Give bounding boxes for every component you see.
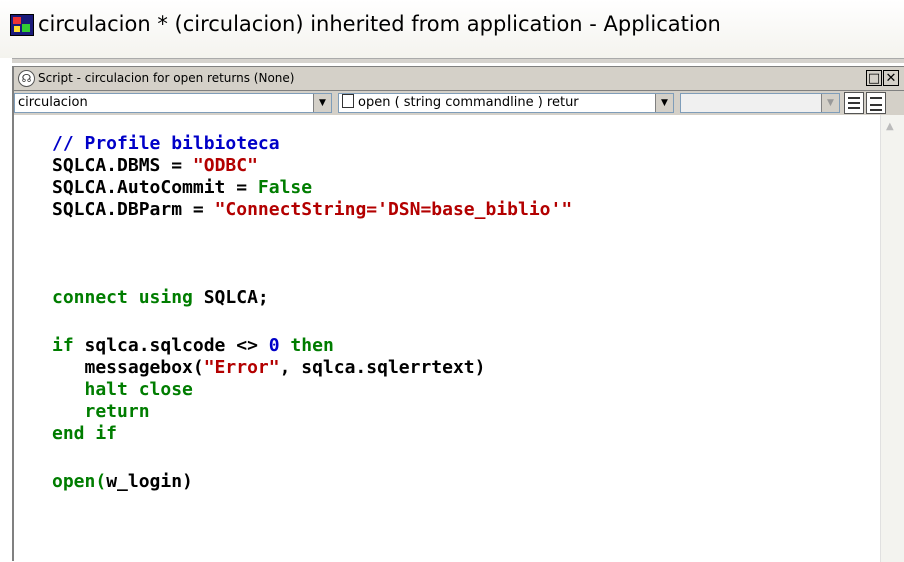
scroll-up-icon[interactable]: ▲ bbox=[886, 121, 894, 132]
code-editor[interactable]: // Profile bilbioteca SQLCA.DBMS = "ODBC… bbox=[14, 115, 880, 562]
code-line-10: end if bbox=[52, 423, 118, 444]
code-line-1: // Profile bilbioteca bbox=[52, 133, 280, 154]
code-line-4: SQLCA.DBParm = "ConnectString='DSN=base_… bbox=[52, 199, 573, 220]
object-select[interactable]: circulacion ▼ bbox=[14, 93, 332, 113]
script-window: ☊ Script - circulacion for open returns … bbox=[12, 66, 904, 562]
chevron-down-icon[interactable]: ▼ bbox=[655, 94, 673, 112]
maximize-button[interactable]: □ bbox=[866, 70, 882, 86]
code-line-6: if sqlca.sqlcode <> 0 then bbox=[52, 335, 334, 356]
event-select-value: open ( string commandline ) retur bbox=[358, 95, 579, 110]
divider bbox=[12, 58, 904, 63]
script-title: Script - circulacion for open returns (N… bbox=[38, 71, 295, 85]
code-line-11: open(w_login) bbox=[52, 471, 193, 492]
script-toolbar: circulacion ▼ open ( string commandline … bbox=[14, 91, 904, 115]
code-line-9: return bbox=[52, 401, 150, 422]
vertical-scrollbar[interactable]: ▲ bbox=[880, 115, 904, 562]
code-line-3: SQLCA.AutoCommit = False bbox=[52, 177, 313, 198]
app-icon bbox=[10, 14, 34, 36]
main-title-bar: circulacion * (circulacion) inherited fr… bbox=[0, 0, 904, 58]
close-button[interactable]: ✕ bbox=[883, 70, 899, 86]
object-select-value: circulacion bbox=[18, 95, 88, 110]
chevron-down-icon[interactable]: ▼ bbox=[313, 94, 331, 112]
view-list-button[interactable] bbox=[844, 92, 864, 114]
code-line-2: SQLCA.DBMS = "ODBC" bbox=[52, 155, 258, 176]
code-line-8: halt close bbox=[52, 379, 193, 400]
code-line-5: connect using SQLCA; bbox=[52, 287, 269, 308]
code-line-7: messagebox("Error", sqlca.sqlerrtext) bbox=[52, 357, 486, 378]
script-title-bar: ☊ Script - circulacion for open returns … bbox=[14, 67, 904, 91]
window-title: circulacion * (circulacion) inherited fr… bbox=[38, 12, 721, 36]
script-icon: ☊ bbox=[18, 70, 35, 87]
view-detail-button[interactable] bbox=[866, 92, 886, 114]
event-select[interactable]: open ( string commandline ) retur ▼ bbox=[338, 93, 674, 113]
ancestor-select[interactable]: ▼ bbox=[680, 93, 840, 113]
chevron-down-icon[interactable]: ▼ bbox=[821, 94, 839, 112]
document-icon bbox=[342, 94, 354, 108]
